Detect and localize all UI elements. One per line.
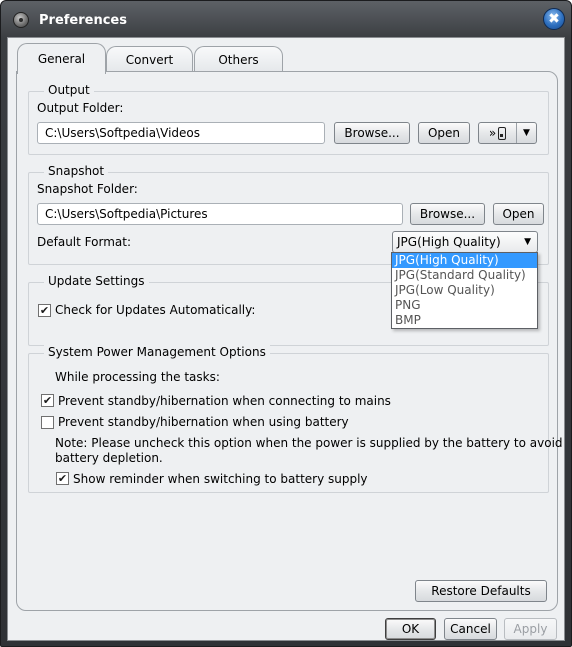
title-bar[interactable]: Preferences ✖ — [1, 1, 571, 37]
chevron-down-icon: ▼ — [524, 237, 531, 247]
format-option-jpg-low[interactable]: JPG(Low Quality) — [392, 283, 537, 298]
format-option-png[interactable]: PNG — [392, 298, 537, 313]
tab-label: Convert — [125, 53, 174, 67]
tab-general[interactable]: General — [17, 43, 106, 74]
output-open-button[interactable]: Open — [418, 122, 470, 144]
tab-label: Others — [218, 53, 259, 67]
snapshot-folder-label: Snapshot Folder: — [37, 182, 138, 196]
close-icon: ✖ — [548, 11, 560, 27]
dialog-client: General Convert Others Output Output Fol… — [7, 37, 565, 641]
battery-checkbox[interactable] — [41, 416, 54, 429]
snapshot-browse-button[interactable]: Browse... — [410, 203, 485, 225]
reminder-label: Show reminder when switching to battery … — [73, 472, 368, 486]
tab-others[interactable]: Others — [194, 46, 283, 73]
battery-note-line1: Note: Please uncheck this option when th… — [55, 436, 563, 450]
app-icon — [13, 12, 29, 28]
general-panel: Output Output Folder: C:\Users\Softpedia… — [16, 71, 563, 611]
update-settings-label: Update Settings — [44, 274, 149, 288]
tab-label: General — [37, 52, 86, 66]
output-folder-label: Output Folder: — [37, 101, 124, 115]
apply-button: Apply — [504, 618, 557, 640]
cancel-button[interactable]: Cancel — [444, 618, 497, 640]
output-browse-button[interactable]: Browse... — [334, 122, 410, 144]
output-group-label: Output — [44, 83, 94, 97]
format-option-bmp[interactable]: BMP — [392, 313, 537, 328]
default-format-select[interactable]: JPG(High Quality) ▼ — [392, 231, 538, 253]
power-intro-text: While processing the tasks: — [55, 370, 220, 384]
default-format-value: JPG(High Quality) — [397, 235, 501, 249]
output-folder-field[interactable]: C:\Users\Softpedia\Videos — [37, 122, 325, 144]
device-icon — [498, 126, 507, 140]
snapshot-group-label: Snapshot — [44, 164, 109, 178]
snapshot-open-button[interactable]: Open — [493, 203, 544, 225]
format-dropdown-list[interactable]: JPG(High Quality) JPG(Standard Quality) … — [391, 252, 538, 329]
mains-checkbox[interactable]: ✔ — [41, 394, 54, 407]
window-title: Preferences — [39, 13, 127, 28]
format-option-jpg-high[interactable]: JPG(High Quality) — [392, 253, 537, 268]
snapshot-folder-field[interactable]: C:\Users\Softpedia\Pictures — [37, 203, 403, 225]
format-option-jpg-standard[interactable]: JPG(Standard Quality) — [392, 268, 537, 283]
ok-button[interactable]: OK — [385, 618, 436, 640]
preferences-window: Preferences ✖ General Convert Others Out… — [0, 0, 572, 647]
battery-label: Prevent standby/hibernation when using b… — [58, 415, 349, 429]
update-check-checkbox[interactable]: ✔ — [38, 304, 51, 317]
update-check-label: Check for Updates Automatically: — [55, 303, 256, 317]
device-button-main[interactable]: » — [479, 123, 517, 143]
battery-note-line2: battery depletion. — [55, 451, 163, 465]
reminder-checkbox[interactable]: ✔ — [56, 472, 69, 485]
chevron-down-icon[interactable]: ▼ — [517, 128, 536, 138]
tab-convert[interactable]: Convert — [106, 46, 193, 73]
power-management-label: System Power Management Options — [44, 345, 270, 359]
forward-icon: » — [488, 126, 496, 140]
close-button[interactable]: ✖ — [543, 8, 565, 30]
default-format-label: Default Format: — [37, 235, 131, 249]
mains-label: Prevent standby/hibernation when connect… — [58, 394, 391, 408]
device-split-button[interactable]: » ▼ — [478, 122, 537, 144]
restore-defaults-button[interactable]: Restore Defaults — [415, 580, 547, 602]
